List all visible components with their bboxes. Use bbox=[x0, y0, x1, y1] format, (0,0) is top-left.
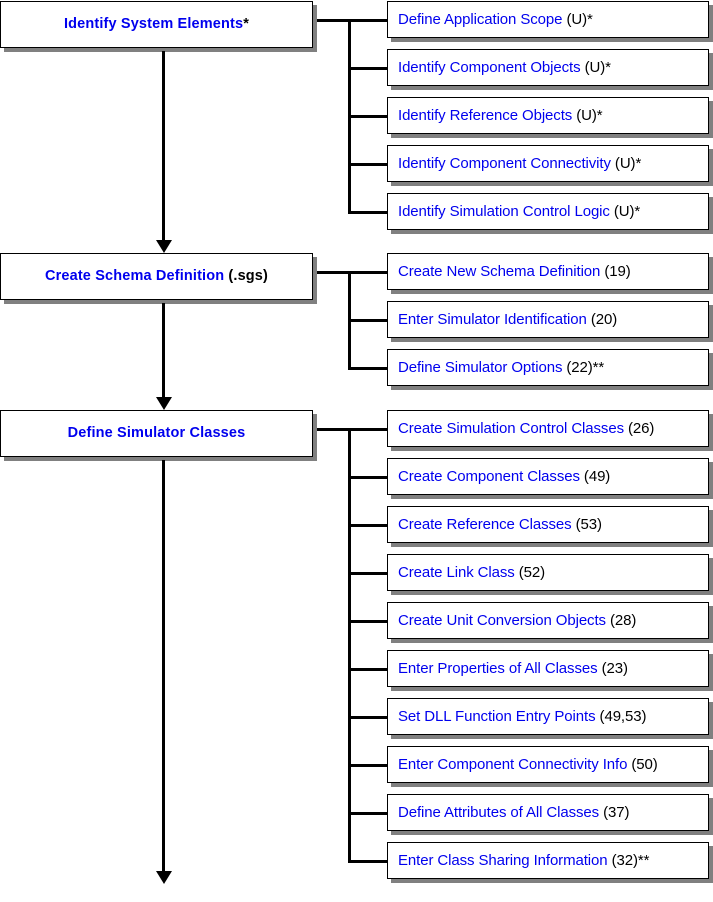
flow-arrow-2-shaft bbox=[162, 460, 165, 871]
stage-box-0[interactable]: Identify System Elements* bbox=[0, 1, 313, 48]
task-box-0-3-suffix: (U)* bbox=[610, 155, 642, 172]
task-box-1-2-suffix: (22)** bbox=[562, 359, 605, 376]
task-box-0-3[interactable]: Identify Component Connectivity (U)* bbox=[387, 145, 709, 182]
branch-stub-2-7 bbox=[348, 764, 387, 767]
stage-box-2-label: Define Simulator Classes bbox=[67, 425, 246, 442]
branch-stub-2-3 bbox=[348, 572, 387, 575]
task-box-2-1-suffix: (49) bbox=[579, 468, 611, 485]
task-box-1-2[interactable]: Define Simulator Options (22)** bbox=[387, 349, 709, 386]
task-box-2-6[interactable]: Set DLL Function Entry Points (49,53) bbox=[387, 698, 709, 735]
branch-stub-1-1 bbox=[348, 319, 387, 322]
task-box-1-0[interactable]: Create New Schema Definition (19) bbox=[387, 253, 709, 290]
task-box-2-9[interactable]: Enter Class Sharing Information (32)** bbox=[387, 842, 709, 879]
task-box-0-0-label: Define Application Scope (U)* bbox=[398, 11, 593, 28]
task-box-2-5[interactable]: Enter Properties of All Classes (23) bbox=[387, 650, 709, 687]
branch-stub-1-0 bbox=[348, 271, 387, 274]
task-box-0-0-suffix: (U)* bbox=[562, 11, 593, 28]
branch-stub-1-2 bbox=[348, 367, 387, 370]
task-box-2-8-suffix: (37) bbox=[599, 804, 630, 821]
task-box-2-3-label: Create Link Class (52) bbox=[398, 564, 546, 581]
task-box-2-9-suffix: (32)** bbox=[607, 852, 650, 869]
task-box-2-1[interactable]: Create Component Classes (49) bbox=[387, 458, 709, 495]
branch-stub-0-3 bbox=[348, 163, 387, 166]
task-box-2-7-label: Enter Component Connectivity Info (50) bbox=[398, 756, 658, 773]
task-box-1-1-label: Enter Simulator Identification (20) bbox=[398, 311, 618, 328]
branch-stub-2-9 bbox=[348, 860, 387, 863]
stage-box-0-suffix: * bbox=[243, 16, 250, 33]
branch-stub-0-1 bbox=[348, 67, 387, 70]
task-box-2-1-label: Create Component Classes (49) bbox=[398, 468, 611, 485]
flow-arrow-2-head bbox=[155, 871, 172, 884]
task-box-1-0-suffix: (19) bbox=[600, 263, 631, 280]
task-box-0-2-suffix: (U)* bbox=[572, 107, 603, 124]
task-box-1-1-suffix: (20) bbox=[586, 311, 618, 328]
branch-stub-2-6 bbox=[348, 716, 387, 719]
branch-trunk-2 bbox=[348, 428, 351, 863]
task-box-2-4[interactable]: Create Unit Conversion Objects (28) bbox=[387, 602, 709, 639]
task-box-0-1-label: Identify Component Objects (U)* bbox=[398, 59, 611, 76]
task-box-2-8[interactable]: Define Attributes of All Classes (37) bbox=[387, 794, 709, 831]
flow-arrow-0-head bbox=[155, 240, 172, 253]
task-box-0-4-suffix: (U)* bbox=[609, 203, 641, 220]
stage-box-2[interactable]: Define Simulator Classes bbox=[0, 410, 313, 457]
task-box-2-5-label: Enter Properties of All Classes (23) bbox=[398, 660, 628, 677]
branch-stub-0-0 bbox=[348, 19, 387, 22]
branch-root-0 bbox=[317, 19, 351, 22]
task-box-1-1[interactable]: Enter Simulator Identification (20) bbox=[387, 301, 709, 338]
flowchart-canvas: Identify System Elements* Define Applicat… bbox=[0, 0, 713, 902]
branch-stub-0-2 bbox=[348, 115, 387, 118]
branch-stub-0-4 bbox=[348, 211, 387, 214]
task-box-2-0-suffix: (26) bbox=[623, 420, 655, 437]
task-box-0-4[interactable]: Identify Simulation Control Logic (U)* bbox=[387, 193, 709, 230]
task-box-0-4-label: Identify Simulation Control Logic (U)* bbox=[398, 203, 641, 220]
task-box-0-3-label: Identify Component Connectivity (U)* bbox=[398, 155, 642, 172]
branch-root-2 bbox=[317, 428, 351, 431]
task-box-2-3[interactable]: Create Link Class (52) bbox=[387, 554, 709, 591]
branch-stub-2-0 bbox=[348, 428, 387, 431]
task-box-2-2-suffix: (53) bbox=[571, 516, 602, 533]
task-box-2-9-label: Enter Class Sharing Information (32)** bbox=[398, 852, 650, 869]
branch-stub-2-2 bbox=[348, 524, 387, 527]
stage-box-1-suffix: (.sgs) bbox=[224, 268, 268, 285]
flow-arrow-0-shaft bbox=[162, 51, 165, 240]
task-box-0-0[interactable]: Define Application Scope (U)* bbox=[387, 1, 709, 38]
task-box-0-2[interactable]: Identify Reference Objects (U)* bbox=[387, 97, 709, 134]
branch-stub-2-8 bbox=[348, 812, 387, 815]
flow-arrow-1-head bbox=[155, 397, 172, 410]
branch-root-1 bbox=[317, 271, 351, 274]
task-box-2-6-suffix: (49,53) bbox=[595, 708, 647, 725]
flow-arrow-1-shaft bbox=[162, 303, 165, 397]
task-box-1-0-label: Create New Schema Definition (19) bbox=[398, 263, 631, 280]
branch-stub-2-5 bbox=[348, 668, 387, 671]
branch-stub-2-4 bbox=[348, 620, 387, 623]
stage-box-1-label: Create Schema Definition (.sgs) bbox=[44, 268, 268, 285]
stage-box-1[interactable]: Create Schema Definition (.sgs) bbox=[0, 253, 313, 300]
task-box-0-2-label: Identify Reference Objects (U)* bbox=[398, 107, 603, 124]
task-box-2-4-label: Create Unit Conversion Objects (28) bbox=[398, 612, 637, 629]
task-box-2-7-suffix: (50) bbox=[627, 756, 658, 773]
task-box-2-0-label: Create Simulation Control Classes (26) bbox=[398, 420, 655, 437]
task-box-2-8-label: Define Attributes of All Classes (37) bbox=[398, 804, 630, 821]
task-box-2-0[interactable]: Create Simulation Control Classes (26) bbox=[387, 410, 709, 447]
task-box-2-2[interactable]: Create Reference Classes (53) bbox=[387, 506, 709, 543]
task-box-1-2-label: Define Simulator Options (22)** bbox=[398, 359, 605, 376]
task-box-2-5-suffix: (23) bbox=[597, 660, 628, 677]
task-box-2-3-suffix: (52) bbox=[514, 564, 546, 581]
branch-stub-2-1 bbox=[348, 476, 387, 479]
task-box-0-1[interactable]: Identify Component Objects (U)* bbox=[387, 49, 709, 86]
task-box-2-4-suffix: (28) bbox=[605, 612, 637, 629]
task-box-2-7[interactable]: Enter Component Connectivity Info (50) bbox=[387, 746, 709, 783]
task-box-2-6-label: Set DLL Function Entry Points (49,53) bbox=[398, 708, 647, 725]
stage-box-0-label: Identify System Elements* bbox=[63, 16, 250, 33]
task-box-0-1-suffix: (U)* bbox=[580, 59, 611, 76]
task-box-2-2-label: Create Reference Classes (53) bbox=[398, 516, 602, 533]
